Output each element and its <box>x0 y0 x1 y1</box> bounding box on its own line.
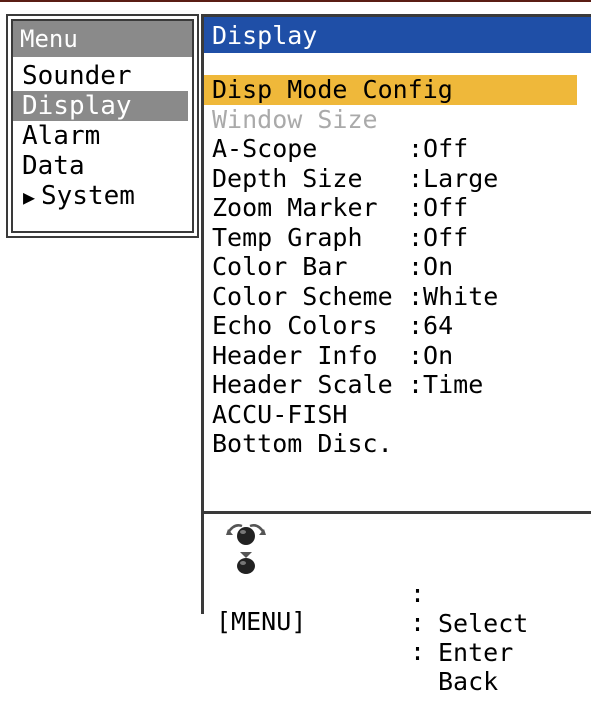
item-label: Bottom Disc. <box>212 429 393 458</box>
display-item-disp-mode-config[interactable]: Disp Mode Config <box>204 75 577 105</box>
display-items-list: Disp Mode Config Window Size A-Scope :Off… <box>204 75 591 459</box>
item-label: Header Info <box>212 340 378 370</box>
display-item-echo-colors[interactable]: Echo Colors :64 <box>204 311 591 341</box>
help-row-back: [MENU] : Back <box>210 577 585 696</box>
menu-item-system[interactable]: ▶ System <box>13 181 188 211</box>
display-title: Display <box>204 17 591 53</box>
menu-item-data[interactable]: Data <box>13 151 188 181</box>
item-value: :Off <box>408 134 469 163</box>
display-item-accu-fish[interactable]: ACCU-FISH <box>204 400 591 430</box>
submenu-arrow-icon: ▶ <box>23 185 36 209</box>
item-label: Window Size <box>212 104 378 134</box>
item-label: Depth Size <box>212 163 363 193</box>
help-row-select: : Select <box>210 519 585 638</box>
item-value: :White <box>408 281 499 311</box>
item-value: :Large <box>408 163 499 193</box>
menu-item-label: System <box>41 181 135 211</box>
menu-key-label: [MENU] <box>216 607 307 636</box>
item-value: :Off <box>408 222 469 252</box>
display-item-zoom-marker[interactable]: Zoom Marker :Off <box>204 193 591 223</box>
menu-item-display[interactable]: Display <box>13 91 188 121</box>
item-value: :Off <box>408 193 469 222</box>
item-label: Echo Colors <box>212 311 378 340</box>
help-colon: : <box>410 608 426 637</box>
help-separator <box>204 511 591 514</box>
display-item-window-size: Window Size <box>204 105 591 135</box>
display-item-depth-size[interactable]: Depth Size :Large <box>204 164 591 194</box>
push-knob-icon <box>237 552 255 574</box>
item-value: :On <box>408 340 454 370</box>
item-label: Zoom Marker <box>212 193 378 222</box>
display-item-color-scheme[interactable]: Color Scheme :White <box>204 282 591 312</box>
item-label: Disp Mode Config <box>212 75 453 104</box>
display-item-temp-graph[interactable]: Temp Graph :Off <box>204 223 591 253</box>
top-border-line <box>0 0 591 2</box>
menu-item-alarm[interactable]: Alarm <box>13 121 188 151</box>
help-colon: : <box>410 637 426 666</box>
item-label: Temp Graph <box>212 222 363 252</box>
item-value: :On <box>408 252 454 281</box>
help-desc-enter: Enter <box>438 638 514 667</box>
menu-panel-inner: Menu Sounder Display Alarm Data ▶ System <box>11 19 194 233</box>
menu-title: Menu <box>13 21 192 57</box>
item-label: ACCU-FISH <box>212 399 348 429</box>
display-item-header-scale[interactable]: Header Scale :Time <box>204 370 591 400</box>
rotate-knob-icon <box>226 524 266 545</box>
menu-item-sounder[interactable]: Sounder <box>13 61 188 91</box>
display-item-bottom-disc[interactable]: Bottom Disc. <box>204 429 591 459</box>
display-item-header-info[interactable]: Header Info :On <box>204 341 591 371</box>
item-label: Header Scale <box>212 370 393 399</box>
display-panel: Display Disp Mode Config Window Size A-S… <box>201 14 591 696</box>
menu-panel: Menu Sounder Display Alarm Data ▶ System <box>6 14 199 238</box>
display-item-a-scope[interactable]: A-Scope :Off <box>204 134 591 164</box>
item-label: Color Bar <box>212 252 348 281</box>
item-value: :64 <box>408 311 454 340</box>
item-label: A-Scope <box>212 134 318 163</box>
display-item-color-bar[interactable]: Color Bar :On <box>204 252 591 282</box>
help-row-enter: : Enter <box>210 548 585 667</box>
item-label: Color Scheme <box>212 281 393 311</box>
help-desc-back: Back <box>438 667 499 696</box>
item-value: :Time <box>408 370 484 399</box>
